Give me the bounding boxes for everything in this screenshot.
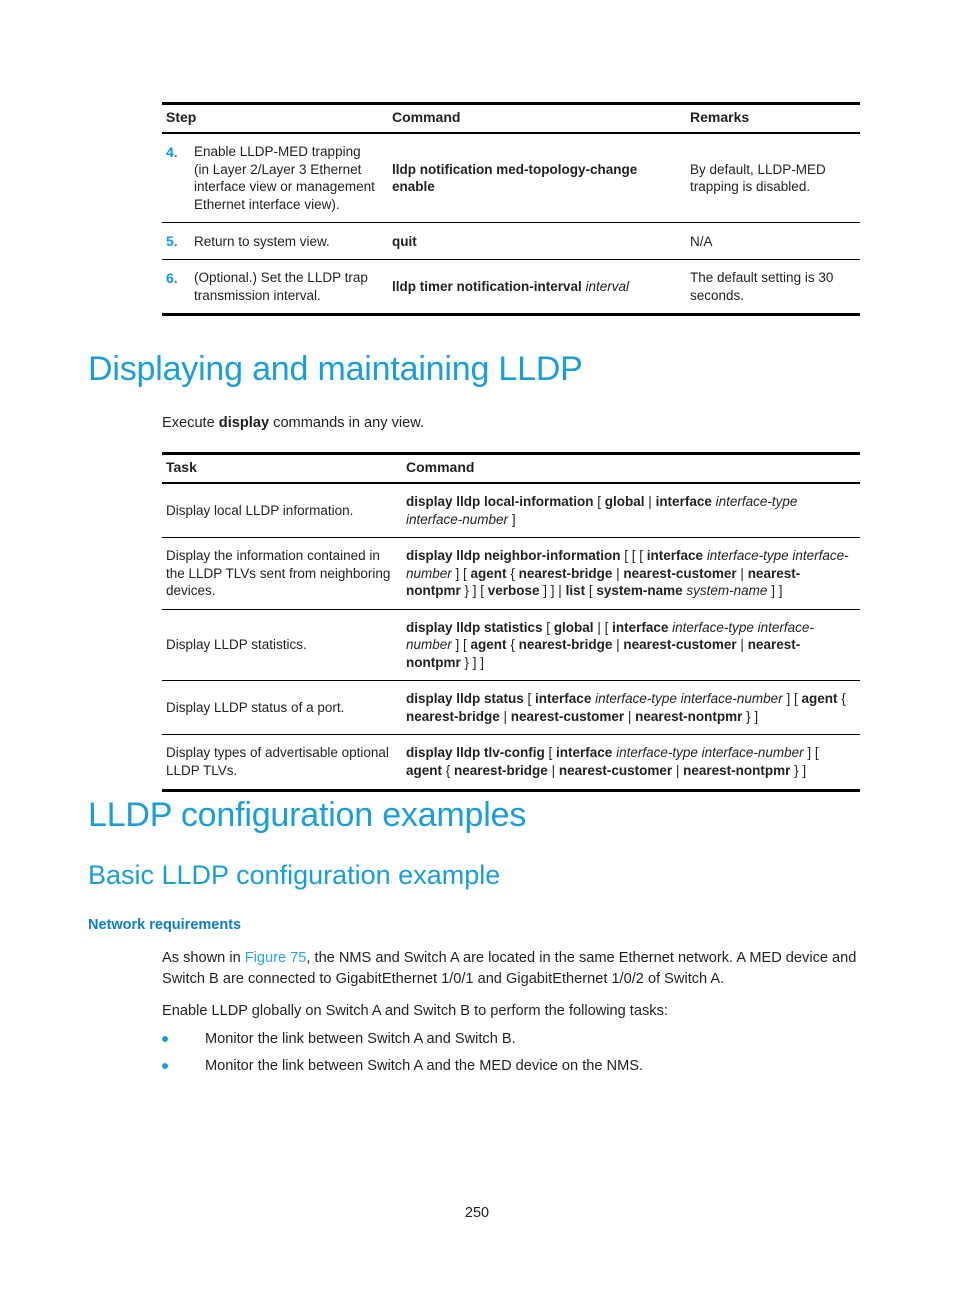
task-description: Display types of advertisable optional L…	[162, 734, 402, 792]
table-header-row: Step Command Remarks	[162, 103, 860, 133]
heading-basic-lldp-configuration-example: Basic LLDP configuration example	[88, 860, 501, 890]
task-command: display lldp tlv-config [ interface inte…	[402, 734, 860, 792]
display-commands-table: Task Command Display local LLDP informat…	[162, 452, 860, 792]
step-number: 4.	[162, 133, 190, 224]
list-item: Monitor the link between Switch A and Sw…	[162, 1029, 862, 1050]
table-row: Display LLDP status of a port. display l…	[162, 680, 860, 736]
column-header-task: Task	[166, 459, 197, 475]
step-command: lldp timer notification-interval interva…	[388, 259, 686, 317]
column-header-remarks: Remarks	[690, 109, 750, 125]
step-number: 5.	[162, 222, 190, 261]
table-header-row: Task Command	[162, 453, 860, 483]
step-description: (Optional.) Set the LLDP trap transmissi…	[190, 259, 388, 317]
bullet-icon	[162, 1063, 168, 1069]
task-description: Display local LLDP information.	[162, 483, 402, 539]
table-row: Display LLDP statistics. display lldp st…	[162, 609, 860, 682]
step-command: quit	[388, 222, 686, 261]
figure-75-link[interactable]: Figure 75	[245, 950, 307, 966]
heading-displaying-maintaining-lldp: Displaying and maintaining LLDP	[88, 350, 583, 388]
task-command: display lldp status [ interface interfac…	[402, 680, 860, 736]
bullet-icon	[162, 1036, 168, 1042]
step-number: 6.	[162, 259, 190, 317]
table-row: 6. (Optional.) Set the LLDP trap transmi…	[162, 259, 860, 317]
table-row: Display types of advertisable optional L…	[162, 734, 860, 792]
table-row: Display local LLDP information. display …	[162, 483, 860, 539]
step-remarks: N/A	[686, 222, 860, 261]
task-command: display lldp local-information [ global …	[402, 483, 860, 539]
table-row: Display the information contained in the…	[162, 537, 860, 610]
heading-network-requirements: Network requirements	[88, 917, 242, 933]
task-description: Display LLDP status of a port.	[162, 680, 402, 736]
table-row: 4. Enable LLDP-MED trapping (in Layer 2/…	[162, 133, 860, 224]
network-requirements-paragraph-1: As shown in Figure 75, the NMS and Switc…	[162, 950, 857, 988]
step-description: Return to system view.	[190, 222, 388, 261]
step-remarks: By default, LLDP-MED trapping is disable…	[686, 133, 860, 224]
step-command: lldp notification med-topology-change en…	[388, 133, 686, 224]
heading-lldp-configuration-examples: LLDP configuration examples	[88, 796, 527, 834]
table-row: 5. Return to system view. quit N/A	[162, 222, 860, 261]
page-number: 250	[464, 1205, 490, 1221]
list-item: Monitor the link between Switch A and th…	[162, 1056, 862, 1077]
task-command: display lldp statistics [ global | [ int…	[402, 609, 860, 682]
column-header-command: Command	[392, 109, 461, 125]
step-remarks: The default setting is 30 seconds.	[686, 259, 860, 317]
lldp-trapping-steps-table: Step Command Remarks 4. Enable LLDP-MED …	[162, 102, 860, 317]
column-header-command: Command	[406, 459, 475, 475]
display-commands-intro: Execute display commands in any view.	[162, 415, 425, 431]
column-header-step: Step	[166, 109, 197, 125]
list-item-label: Monitor the link between Switch A and th…	[205, 1058, 644, 1074]
task-description: Display the information contained in the…	[162, 537, 402, 610]
step-description: Enable LLDP-MED trapping (in Layer 2/Lay…	[190, 133, 388, 224]
list-item-label: Monitor the link between Switch A and Sw…	[205, 1031, 516, 1047]
task-description: Display LLDP statistics.	[162, 609, 402, 682]
network-requirements-paragraph-2: Enable LLDP globally on Switch A and Swi…	[162, 1003, 668, 1019]
document-page: Step Command Remarks 4. Enable LLDP-MED …	[0, 0, 954, 1296]
task-command: display lldp neighbor-information [ [ [ …	[402, 537, 860, 610]
